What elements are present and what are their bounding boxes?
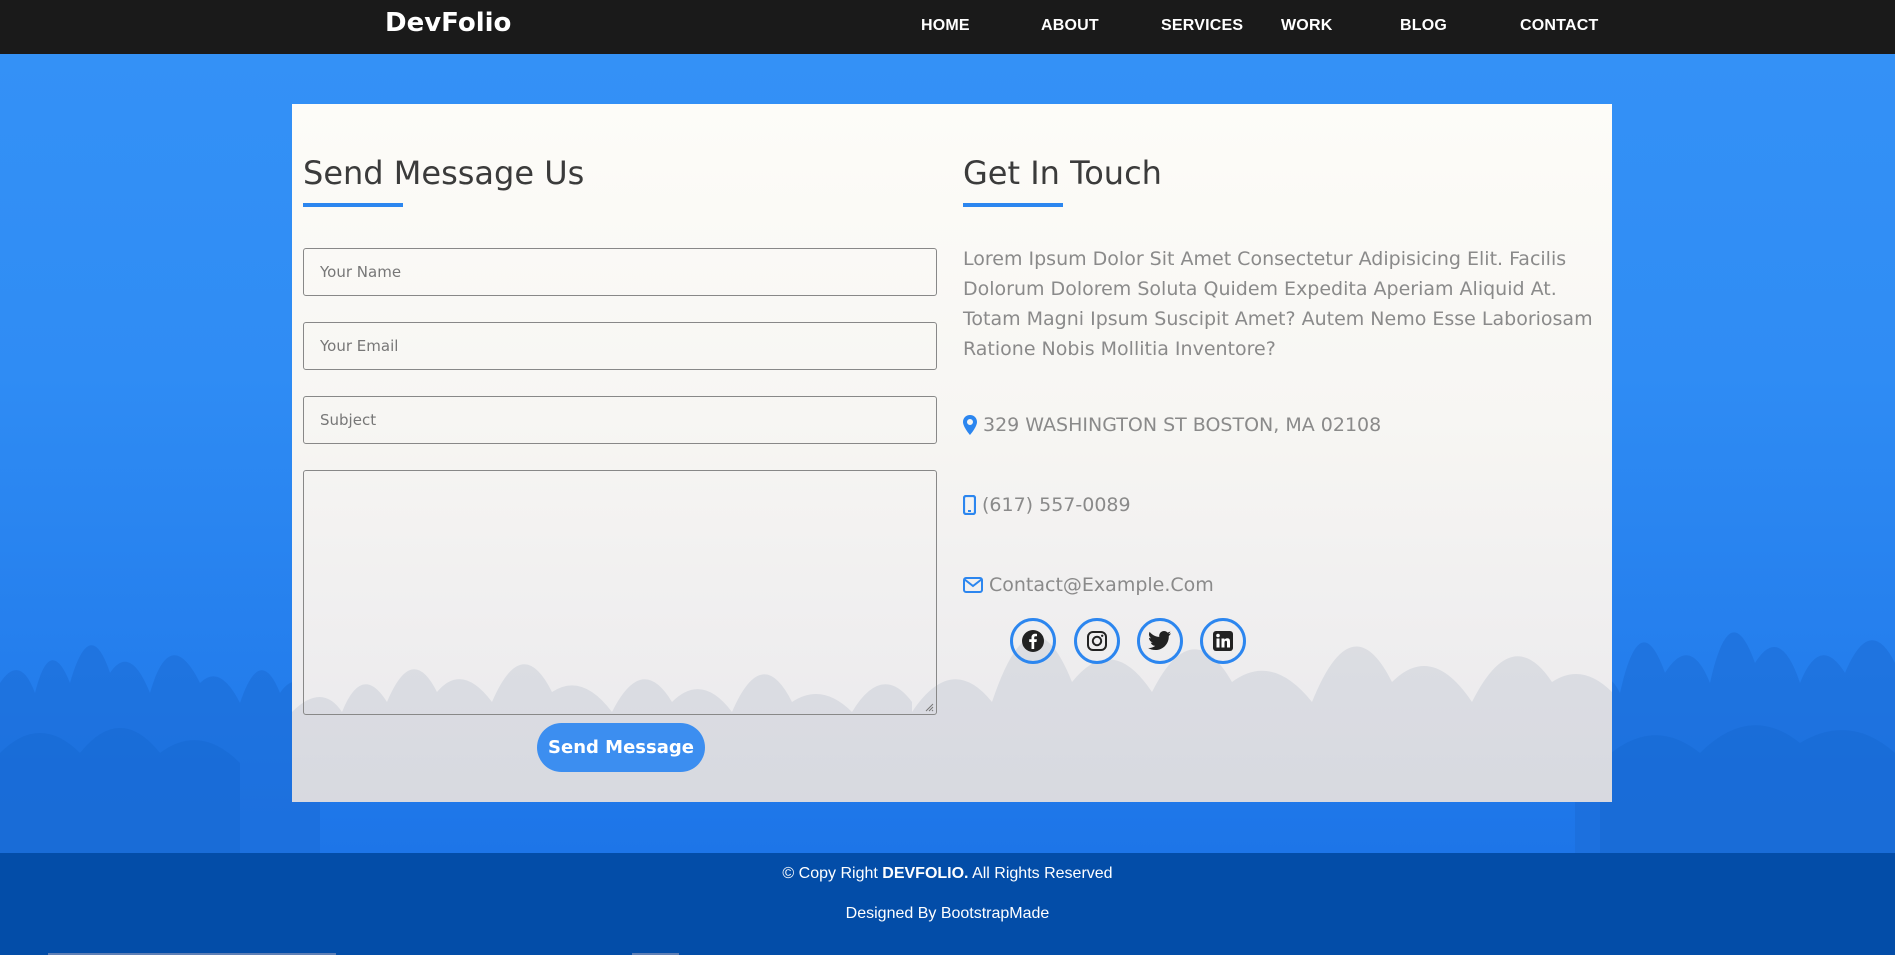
copyright-text: © Copy Right DEVFOLIO. All Rights Reserv… <box>0 865 1895 883</box>
brand-logo[interactable]: DevFolio <box>385 8 511 38</box>
resize-grip-icon[interactable] <box>924 702 934 712</box>
copyright-suffix: All Rights Reserved <box>972 865 1113 882</box>
twitter-button[interactable] <box>1137 618 1183 664</box>
address-text: 329 WASHINGTON ST BOSTON, MA 02108 <box>983 414 1382 436</box>
nav-link-contact[interactable]: CONTACT <box>1520 17 1598 35</box>
send-message-button[interactable]: Send Message <box>537 723 705 772</box>
email-info: Contact@Example.Com <box>963 574 1214 596</box>
address-info: 329 WASHINGTON ST BOSTON, MA 02108 <box>963 414 1381 436</box>
nav-link-home[interactable]: HOME <box>921 17 970 35</box>
navbar: DevFolio HOME ABOUT SERVICES WORK BLOG C… <box>0 0 1895 54</box>
subject-input-placeholder: Subject <box>320 411 377 429</box>
email-input[interactable]: Your Email <box>303 322 937 370</box>
facebook-button[interactable] <box>1010 618 1056 664</box>
email-text[interactable]: Contact@Example.Com <box>989 574 1214 596</box>
designed-by-text: Designed By BootstrapMade <box>845 905 1050 922</box>
instagram-button[interactable] <box>1074 618 1120 664</box>
form-title: Send Message Us <box>303 154 585 192</box>
subject-input[interactable]: Subject <box>303 396 937 444</box>
form-title-underline <box>303 203 403 207</box>
mobile-phone-icon <box>963 495 976 515</box>
linkedin-button[interactable] <box>1200 618 1246 664</box>
name-input-placeholder: Your Name <box>320 263 402 281</box>
envelope-icon <box>963 577 983 593</box>
contact-title-underline <box>963 203 1063 207</box>
phone-info: (617) 557-0089 <box>963 494 1131 516</box>
copyright-prefix: © Copy Right <box>782 865 878 882</box>
contact-card: Send Message Us Your Name Your Email Sub… <box>292 104 1612 802</box>
instagram-icon <box>1087 631 1107 651</box>
nav-link-work[interactable]: WORK <box>1281 17 1332 35</box>
nav-link-blog[interactable]: BLOG <box>1400 17 1447 35</box>
contact-title: Get In Touch <box>963 154 1162 192</box>
name-input[interactable]: Your Name <box>303 248 937 296</box>
map-marker-icon <box>963 415 977 435</box>
linkedin-icon <box>1213 631 1233 651</box>
contact-description: Lorem Ipsum Dolor Sit Amet Consectetur A… <box>963 248 1593 360</box>
message-textarea[interactable] <box>303 470 937 715</box>
footer-brand: DEVFOLIO. <box>882 865 969 882</box>
facebook-icon <box>1022 630 1044 652</box>
footer: © Copy Right DEVFOLIO. All Rights Reserv… <box>0 853 1895 955</box>
nav-link-about[interactable]: ABOUT <box>1041 17 1099 35</box>
twitter-icon <box>1148 631 1171 650</box>
phone-text: (617) 557-0089 <box>982 494 1131 516</box>
email-input-placeholder: Your Email <box>320 337 399 355</box>
nav-link-services[interactable]: SERVICES <box>1161 17 1243 35</box>
